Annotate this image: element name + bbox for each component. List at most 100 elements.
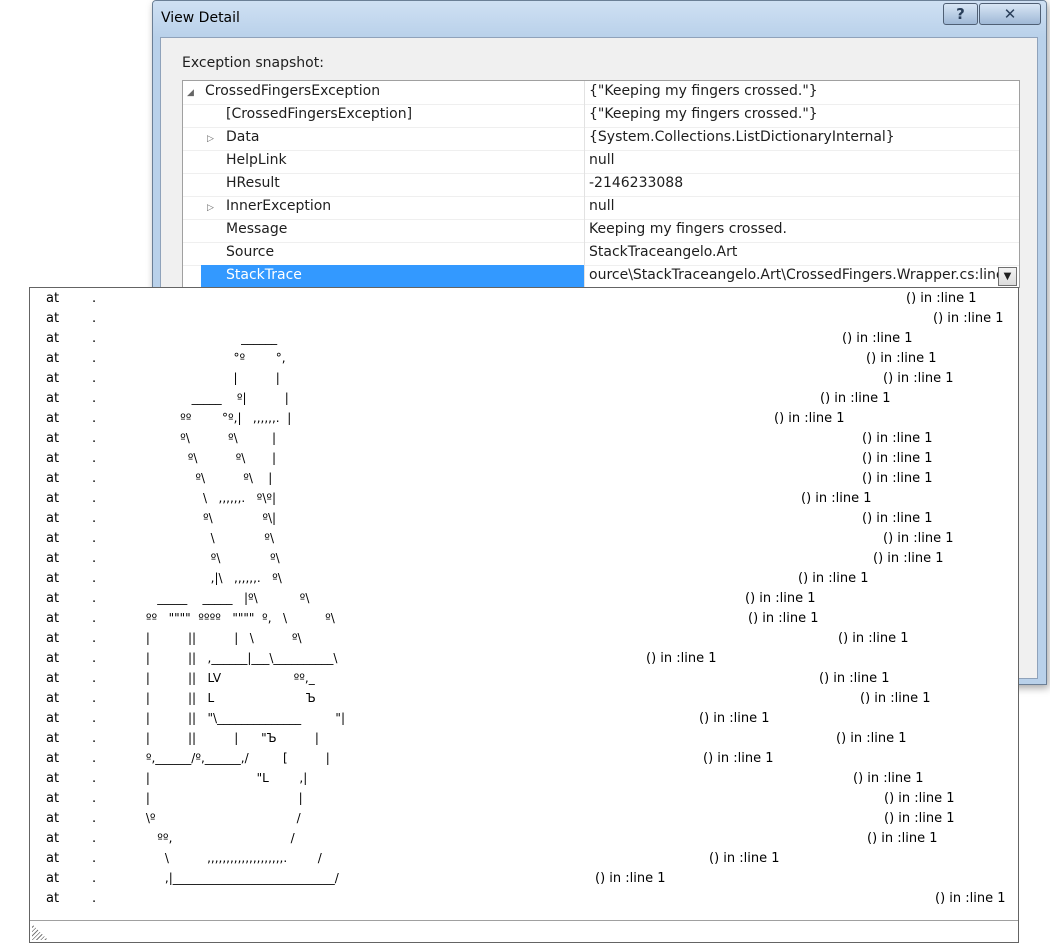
stacktrace-line: at. ºº """" ºººº """" º, \ º\ () in :line… bbox=[30, 608, 1018, 628]
title-bar[interactable]: View Detail ? ✕ bbox=[153, 1, 1046, 37]
stacktrace-line: at. () in :line 1 bbox=[30, 888, 1018, 908]
ascii-art-segment: | || "\______________ "| bbox=[142, 711, 345, 725]
at-keyword: at bbox=[46, 691, 60, 706]
tree-row[interactable]: [CrossedFingersException] {"Keeping my fi… bbox=[183, 104, 1019, 128]
method-dot: . bbox=[92, 411, 97, 426]
stacktrace-line: at. º\ º\ | () in :line 1 bbox=[30, 428, 1018, 448]
at-keyword: at bbox=[46, 351, 60, 366]
at-keyword: at bbox=[46, 811, 60, 826]
at-keyword: at bbox=[46, 771, 60, 786]
stacktrace-line: at. º\ º\ | () in :line 1 bbox=[30, 468, 1018, 488]
ascii-art-segment: _____ _____ |º\ º\ bbox=[142, 591, 310, 605]
stacktrace-popup: at.() in :line 1 at.() in :line 1 at. ____… bbox=[29, 287, 1019, 943]
tree-row[interactable]: Message Keeping my fingers crossed. bbox=[183, 219, 1019, 243]
line-suffix: () in :line 1 bbox=[867, 831, 938, 846]
property-name: Data bbox=[226, 129, 260, 145]
tree-row[interactable]: HResult -2146233088 bbox=[183, 173, 1019, 197]
stacktrace-line: at. º\ º\| () in :line 1 bbox=[30, 508, 1018, 528]
method-dot: . bbox=[92, 491, 97, 506]
collapse-arrow-icon[interactable]: ◢ bbox=[187, 88, 194, 98]
tree-row[interactable]: Source StackTraceangelo.Art bbox=[183, 242, 1019, 266]
line-suffix: () in :line 1 bbox=[862, 471, 933, 486]
method-dot: . bbox=[92, 391, 97, 406]
at-keyword: at bbox=[46, 491, 60, 506]
ascii-art-segment: | | bbox=[142, 371, 280, 385]
line-suffix: () in :line 1 bbox=[883, 371, 954, 386]
stacktrace-text[interactable]: at.() in :line 1 at.() in :line 1 at. ____… bbox=[30, 288, 1018, 920]
ascii-art-segment: ºº """" ºººº """" º, \ º\ bbox=[142, 611, 335, 625]
help-button[interactable]: ? bbox=[943, 3, 978, 25]
exception-tree[interactable]: ◢ CrossedFingersException {"Keeping my fin… bbox=[182, 80, 1020, 289]
stacktrace-line: at. ,|___________________________/ () in … bbox=[30, 868, 1018, 888]
at-keyword: at bbox=[46, 531, 60, 546]
line-suffix: () in :line 1 bbox=[819, 671, 890, 686]
ascii-art-segment: | || | "Ъ | bbox=[142, 731, 319, 745]
tree-row[interactable]: HelpLink null bbox=[183, 150, 1019, 174]
tree-row[interactable]: ◢ CrossedFingersException {"Keeping my fin… bbox=[183, 81, 1019, 105]
close-button[interactable]: ✕ bbox=[979, 3, 1041, 25]
column-divider bbox=[584, 265, 585, 288]
ascii-art-segment: º,______/º,______,/ [ | bbox=[142, 751, 330, 765]
property-value: Keeping my fingers crossed. bbox=[589, 221, 788, 237]
at-keyword: at bbox=[46, 551, 60, 566]
column-divider bbox=[584, 127, 585, 150]
ascii-art-segment: º\ º\ | bbox=[142, 431, 277, 445]
ascii-art-segment: | || | \ º\ bbox=[142, 631, 302, 645]
stacktrace-line: at. | || LV ºº,_ () in :line 1 bbox=[30, 668, 1018, 688]
method-dot: . bbox=[92, 671, 97, 686]
at-keyword: at bbox=[46, 751, 60, 766]
dropdown-arrow-icon[interactable]: ▼ bbox=[998, 267, 1017, 286]
method-dot: . bbox=[92, 791, 97, 806]
at-keyword: at bbox=[46, 711, 60, 726]
property-value: {"Keeping my fingers crossed."} bbox=[589, 83, 818, 99]
ascii-art-segment: ,|___________________________/ bbox=[142, 871, 339, 885]
method-dot: . bbox=[92, 531, 97, 546]
expand-arrow-icon[interactable]: ▷ bbox=[207, 203, 214, 213]
line-suffix: () in :line 1 bbox=[884, 811, 955, 826]
line-suffix: () in :line 1 bbox=[935, 891, 1006, 906]
line-suffix: () in :line 1 bbox=[774, 411, 845, 426]
at-keyword: at bbox=[46, 291, 60, 306]
resize-grip-icon[interactable] bbox=[32, 924, 48, 940]
tree-row[interactable]: StackTrace ource\StackTraceangelo.Art\Cro… bbox=[183, 265, 1019, 289]
line-suffix: () in :line 1 bbox=[860, 691, 931, 706]
ascii-art-segment: \ ,,,,,,. º\º| bbox=[142, 491, 277, 505]
at-keyword: at bbox=[46, 591, 60, 606]
method-dot: . bbox=[92, 551, 97, 566]
expand-arrow-icon[interactable]: ▷ bbox=[207, 134, 214, 144]
line-suffix: () in :line 1 bbox=[884, 791, 955, 806]
method-dot: . bbox=[92, 291, 97, 306]
method-dot: . bbox=[92, 571, 97, 586]
at-keyword: at bbox=[46, 571, 60, 586]
line-suffix: () in :line 1 bbox=[745, 591, 816, 606]
at-keyword: at bbox=[46, 891, 60, 906]
tree-row[interactable]: ▷ InnerException null bbox=[183, 196, 1019, 220]
property-name: Source bbox=[226, 244, 275, 260]
tree-row[interactable]: ▷ Data {System.Collections.ListDictionaryI… bbox=[183, 127, 1019, 151]
stacktrace-line: at. | || L Ъ () in :line 1 bbox=[30, 688, 1018, 708]
stacktrace-line: at. | || | \ º\ () in :line 1 bbox=[30, 628, 1018, 648]
at-keyword: at bbox=[46, 391, 60, 406]
at-keyword: at bbox=[46, 311, 60, 326]
line-suffix: () in :line 1 bbox=[709, 851, 780, 866]
ascii-art-segment: º\ º\ | bbox=[142, 451, 277, 465]
stacktrace-line: at. | | () in :line 1 bbox=[30, 368, 1018, 388]
line-suffix: () in :line 1 bbox=[801, 491, 872, 506]
at-keyword: at bbox=[46, 451, 60, 466]
column-divider bbox=[584, 242, 585, 265]
method-dot: . bbox=[92, 711, 97, 726]
stacktrace-line: at. ºº °º,| ,,,,,,. | () in :line 1 bbox=[30, 408, 1018, 428]
ascii-art-segment: ºº, / bbox=[142, 831, 295, 845]
ascii-art-segment: | || ,______|___\__________\ bbox=[142, 651, 338, 665]
at-keyword: at bbox=[46, 611, 60, 626]
at-keyword: at bbox=[46, 331, 60, 346]
method-dot: . bbox=[92, 591, 97, 606]
property-name: HResult bbox=[226, 175, 280, 191]
line-suffix: () in :line 1 bbox=[820, 391, 891, 406]
method-dot: . bbox=[92, 771, 97, 786]
method-dot: . bbox=[92, 651, 97, 666]
ascii-art-segment: ______ bbox=[142, 331, 278, 345]
line-suffix: () in :line 1 bbox=[595, 871, 666, 886]
method-dot: . bbox=[92, 751, 97, 766]
line-suffix: () in :line 1 bbox=[862, 451, 933, 466]
